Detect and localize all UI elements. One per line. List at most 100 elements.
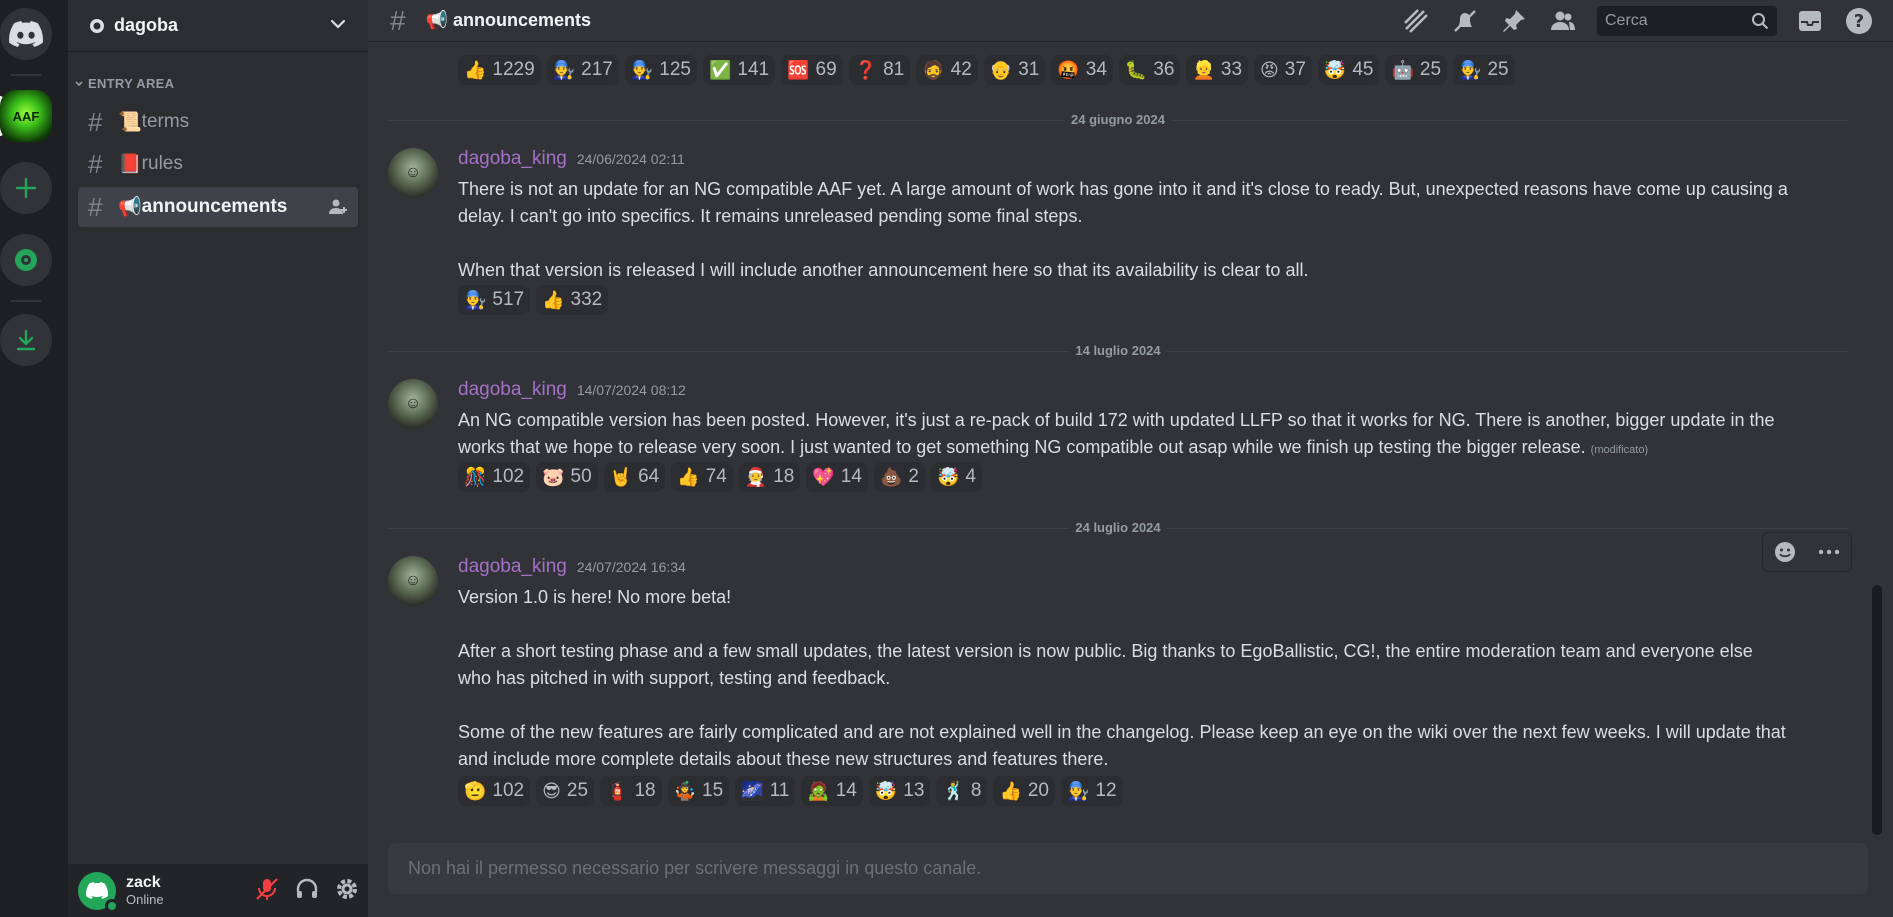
reaction-pill[interactable]: 🎊 102 (458, 462, 531, 492)
reaction-pill[interactable]: 😡 37 (1254, 55, 1312, 85)
avatar[interactable] (78, 871, 119, 913)
search-icon (1752, 13, 1769, 30)
explore-servers-button[interactable] (0, 234, 52, 286)
headphones-icon[interactable] (294, 876, 320, 902)
reaction-pill[interactable]: 👍 20 (993, 776, 1055, 806)
category-entry-area[interactable]: ENTRY AREA (74, 76, 174, 91)
reaction-count: 42 (950, 59, 972, 80)
reaction-count: 13 (903, 780, 925, 801)
scrollbar[interactable] (1872, 585, 1882, 835)
mic-muted-icon[interactable] (254, 876, 280, 902)
download-apps-button[interactable] (0, 314, 52, 366)
pinned-messages-button[interactable] (1499, 6, 1529, 36)
timestamp: 24/07/2024 16:34 (576, 559, 686, 575)
help-icon: ? (1846, 8, 1872, 34)
reaction-pill[interactable]: 🐛 36 (1118, 55, 1181, 85)
avatar[interactable]: ☺ (388, 148, 438, 198)
reaction-pill[interactable]: 🌌 11 (735, 776, 796, 806)
reaction-pill[interactable]: ❓ 81 (848, 55, 911, 85)
online-status-dot (105, 898, 119, 913)
reaction-emoji: 🧟 (807, 780, 830, 801)
reaction-pill[interactable]: 👨‍🔧 125 (624, 55, 697, 85)
help-button[interactable]: ? (1844, 6, 1874, 36)
channel-sidebar: dagoba ENTRY AREA # 📜 terms # 📕 rules # … (68, 0, 368, 917)
reaction-pill[interactable]: 🤯 4 (930, 462, 982, 492)
notifications-button[interactable] (1450, 6, 1480, 36)
reaction-count: 125 (659, 59, 691, 80)
reaction-pill[interactable]: 👍 332 (536, 285, 609, 315)
reaction-emoji: 🤘 (609, 466, 633, 487)
message-header: dagoba_king 24/06/2024 02:11 (458, 148, 685, 170)
reaction-emoji: 👨‍🔧 (552, 59, 576, 80)
reaction-pill[interactable]: 🧑‍🎄 18 (738, 462, 801, 492)
more-options-icon[interactable] (1817, 540, 1841, 564)
reaction-emoji: 🧔 (922, 59, 945, 80)
reaction-pill[interactable]: 🧔 42 (916, 55, 978, 85)
avatar[interactable]: ☺ (388, 556, 438, 606)
reaction-pill[interactable]: 💖 14 (806, 462, 868, 492)
reaction-pill[interactable]: 👍 1229 (458, 55, 541, 85)
reaction-pill[interactable]: 🐷 50 (536, 462, 598, 492)
reaction-pill[interactable]: 🤹 15 (667, 776, 730, 806)
reaction-pill[interactable]: 🤯 45 (1317, 55, 1380, 85)
avatar[interactable]: ☺ (388, 379, 438, 429)
reaction-pill[interactable]: 🤖 25 (1385, 55, 1448, 85)
reaction-count: 20 (1027, 780, 1049, 801)
reaction-pill[interactable]: 🤘 64 (603, 462, 666, 492)
reaction-pill[interactable]: 💩 2 (873, 462, 925, 492)
category-label: ENTRY AREA (88, 76, 175, 91)
timestamp: 14/07/2024 08:12 (576, 382, 686, 398)
channel-item-terms[interactable]: # 📜 terms (78, 102, 358, 142)
threads-button[interactable] (1401, 6, 1431, 36)
reaction-emoji: 🐛 (1124, 59, 1148, 80)
reaction-emoji: 👱 (1192, 59, 1215, 80)
add-reaction-icon[interactable] (1773, 540, 1797, 564)
channel-item-rules[interactable]: # 📕 rules (78, 144, 358, 184)
add-member-icon[interactable] (328, 197, 348, 217)
reaction-pill[interactable]: 👍 74 (671, 462, 733, 492)
inbox-button[interactable] (1795, 6, 1825, 36)
search-input[interactable]: Cerca (1597, 6, 1777, 36)
reaction-pill[interactable]: 🫡 102 (458, 776, 531, 806)
reaction-pill[interactable]: 👱 33 (1186, 55, 1249, 85)
aaf-server-button[interactable]: AAF (0, 90, 52, 142)
message-hover-toolbar (1762, 532, 1852, 572)
author-name[interactable]: dagoba_king (458, 379, 567, 400)
reaction-pill[interactable]: ✅ 141 (702, 55, 776, 85)
reaction-pill[interactable]: 😎 25 (536, 776, 595, 806)
reaction-count: 25 (566, 780, 589, 801)
reaction-pill[interactable]: 👴 31 (983, 55, 1046, 85)
discord-home-button[interactable] (0, 8, 52, 60)
member-list-button[interactable] (1548, 6, 1578, 36)
timestamp: 24/06/2024 02:11 (576, 151, 685, 167)
reaction-emoji: 💩 (879, 466, 903, 487)
reaction-pill[interactable]: 👨‍🔧 25 (1453, 55, 1515, 85)
reaction-pill[interactable]: 👨‍🔧 217 (546, 55, 619, 85)
reaction-emoji: 🎊 (464, 466, 487, 487)
user-info[interactable]: zack Online (126, 874, 164, 907)
plus-icon (15, 177, 37, 199)
svg-text:?: ? (1854, 11, 1864, 32)
reaction-pill[interactable]: 👨‍🔧 517 (458, 285, 531, 315)
author-name[interactable]: dagoba_king (458, 556, 567, 577)
reaction-pill[interactable]: 🤬 34 (1051, 55, 1113, 85)
reaction-count: 74 (705, 466, 727, 487)
channel-item-announcements[interactable]: # 📢 announcements (78, 187, 358, 227)
reaction-pill[interactable]: 🧟 14 (801, 776, 863, 806)
add-server-button[interactable] (0, 162, 52, 214)
reaction-count: 14 (840, 466, 862, 487)
channel-title-text: announcements (453, 10, 592, 30)
reaction-pill[interactable]: 🕺 8 (936, 776, 988, 806)
reaction-pill[interactable]: 🧯 18 (600, 776, 662, 806)
guild-header[interactable]: dagoba (68, 0, 368, 52)
author-name[interactable]: dagoba_king (458, 148, 567, 169)
reaction-pill[interactable]: 🤯 13 (868, 776, 931, 806)
guild-name: dagoba (114, 15, 179, 35)
reaction-pill[interactable]: 🆘 69 (781, 55, 843, 85)
reaction-pill[interactable]: 👨‍🔧 12 (1061, 776, 1123, 806)
date-divider-label: 14 luglio 2024 (1069, 343, 1167, 358)
gear-icon[interactable] (334, 876, 360, 902)
reaction-count: 332 (570, 289, 603, 310)
message-composer: Non hai il permesso necessario per scriv… (388, 843, 1868, 894)
reaction-row: 👍 1229 👨‍🔧 217 👨‍🔧 125 ✅ 141 🆘 69 ❓ 81 🧔 42 👴 31 🤬 34 🐛 36 👱… (458, 55, 1515, 85)
